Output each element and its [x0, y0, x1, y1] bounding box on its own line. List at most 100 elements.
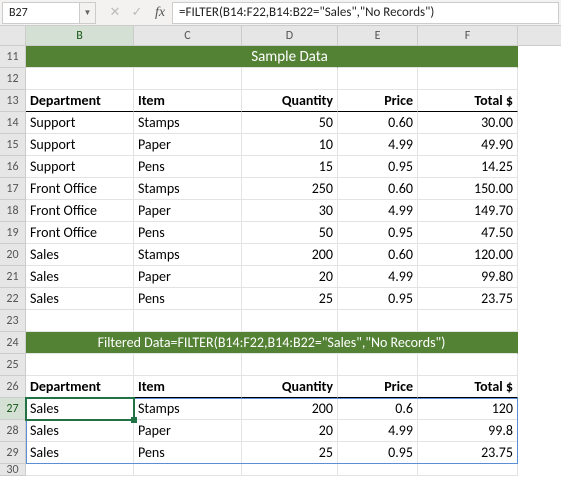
cell[interactable]: [26, 354, 134, 376]
cell[interactable]: 0.60: [338, 112, 418, 134]
cell[interactable]: Pens: [134, 222, 242, 244]
row-header[interactable]: 19: [0, 222, 26, 244]
cell[interactable]: 120.00: [418, 244, 518, 266]
cell[interactable]: Stamps: [134, 398, 242, 420]
col-header-c[interactable]: C: [134, 26, 242, 45]
cell[interactable]: [134, 46, 242, 68]
row-header[interactable]: 28: [0, 420, 26, 442]
cell[interactable]: Pens: [134, 156, 242, 178]
cell[interactable]: Sales: [26, 266, 134, 288]
cell[interactable]: [338, 46, 418, 68]
header-quantity[interactable]: Quantity: [242, 90, 338, 112]
cell[interactable]: [242, 354, 338, 376]
fill-handle[interactable]: [131, 417, 137, 423]
col-header-d[interactable]: D: [242, 26, 338, 45]
cell[interactable]: 0.6: [338, 398, 418, 420]
row-header[interactable]: 17: [0, 178, 26, 200]
cell[interactable]: 50: [242, 222, 338, 244]
cell[interactable]: Support: [26, 134, 134, 156]
cell[interactable]: 0.95: [338, 156, 418, 178]
select-all-corner[interactable]: [0, 26, 26, 45]
cell[interactable]: 0.60: [338, 178, 418, 200]
cell[interactable]: 23.75: [418, 288, 518, 310]
cell[interactable]: 4.99: [338, 266, 418, 288]
cell[interactable]: [418, 464, 518, 476]
cell[interactable]: [338, 68, 418, 90]
cell[interactable]: 49.90: [418, 134, 518, 156]
row-header[interactable]: 18: [0, 200, 26, 222]
cell[interactable]: [26, 68, 134, 90]
active-cell[interactable]: Sales: [26, 398, 134, 420]
cell[interactable]: 47.50: [418, 222, 518, 244]
cell[interactable]: 200: [242, 398, 338, 420]
cell[interactable]: 50: [242, 112, 338, 134]
cell[interactable]: [418, 68, 518, 90]
cell[interactable]: 0.95: [338, 288, 418, 310]
cell[interactable]: [338, 354, 418, 376]
banner-filtered-data[interactable]: Filtered Data=FILTER(B14:F22,B14:B22="Sa…: [26, 332, 518, 354]
header-department[interactable]: Department: [26, 90, 134, 112]
cell[interactable]: Sales: [26, 420, 134, 442]
cell[interactable]: [418, 310, 518, 332]
cell[interactable]: 0.95: [338, 222, 418, 244]
name-box[interactable]: B27: [2, 2, 80, 24]
cell[interactable]: 20: [242, 266, 338, 288]
cell[interactable]: [26, 46, 134, 68]
header-quantity[interactable]: Quantity: [242, 376, 338, 398]
cell[interactable]: Stamps: [134, 112, 242, 134]
cell[interactable]: [26, 464, 134, 476]
cell[interactable]: 15: [242, 156, 338, 178]
header-department[interactable]: Department: [26, 376, 134, 398]
row-header[interactable]: 23: [0, 310, 26, 332]
cell[interactable]: 0.95: [338, 442, 418, 464]
header-total[interactable]: Total $: [418, 90, 518, 112]
cell[interactable]: Paper: [134, 134, 242, 156]
header-item[interactable]: Item: [134, 376, 242, 398]
row-header[interactable]: 27: [0, 398, 26, 420]
cell[interactable]: [134, 464, 242, 476]
row-header[interactable]: 22: [0, 288, 26, 310]
cell[interactable]: 20: [242, 420, 338, 442]
cell[interactable]: 14.25: [418, 156, 518, 178]
cell[interactable]: [338, 310, 418, 332]
row-header[interactable]: 20: [0, 244, 26, 266]
row-header[interactable]: 12: [0, 68, 26, 90]
cell[interactable]: 250: [242, 178, 338, 200]
cell[interactable]: 120: [418, 398, 518, 420]
formula-input[interactable]: =FILTER(B14:F22,B14:B22="Sales","No Reco…: [172, 2, 559, 24]
row-header[interactable]: 13: [0, 90, 26, 112]
cell[interactable]: Paper: [134, 200, 242, 222]
cell[interactable]: 25: [242, 288, 338, 310]
cell[interactable]: Sales: [26, 288, 134, 310]
row-header[interactable]: 14: [0, 112, 26, 134]
cell[interactable]: Front Office: [26, 178, 134, 200]
row-header[interactable]: 21: [0, 266, 26, 288]
cell[interactable]: 200: [242, 244, 338, 266]
header-price[interactable]: Price: [338, 90, 418, 112]
row-header[interactable]: 16: [0, 156, 26, 178]
name-box-dropdown[interactable]: ▼: [80, 2, 96, 24]
cell[interactable]: [418, 46, 518, 68]
cell[interactable]: [134, 354, 242, 376]
row-header[interactable]: 29: [0, 442, 26, 464]
col-header-e[interactable]: E: [338, 26, 418, 45]
header-item[interactable]: Item: [134, 90, 242, 112]
fx-icon[interactable]: fx: [148, 5, 172, 21]
cell[interactable]: 4.99: [338, 420, 418, 442]
cell[interactable]: Paper: [134, 266, 242, 288]
cell[interactable]: 4.99: [338, 200, 418, 222]
cell[interactable]: 99.80: [418, 266, 518, 288]
cell[interactable]: Sales: [26, 244, 134, 266]
cell[interactable]: [134, 310, 242, 332]
cell[interactable]: Stamps: [134, 244, 242, 266]
cell[interactable]: Front Office: [26, 222, 134, 244]
row-header[interactable]: 11: [0, 46, 26, 68]
header-total[interactable]: Total $: [418, 376, 518, 398]
row-header[interactable]: 26: [0, 376, 26, 398]
cell[interactable]: [242, 68, 338, 90]
cell[interactable]: 99.8: [418, 420, 518, 442]
cell[interactable]: Front Office: [26, 200, 134, 222]
row-header[interactable]: 30: [0, 464, 26, 476]
cell[interactable]: 149.70: [418, 200, 518, 222]
cell[interactable]: [338, 464, 418, 476]
